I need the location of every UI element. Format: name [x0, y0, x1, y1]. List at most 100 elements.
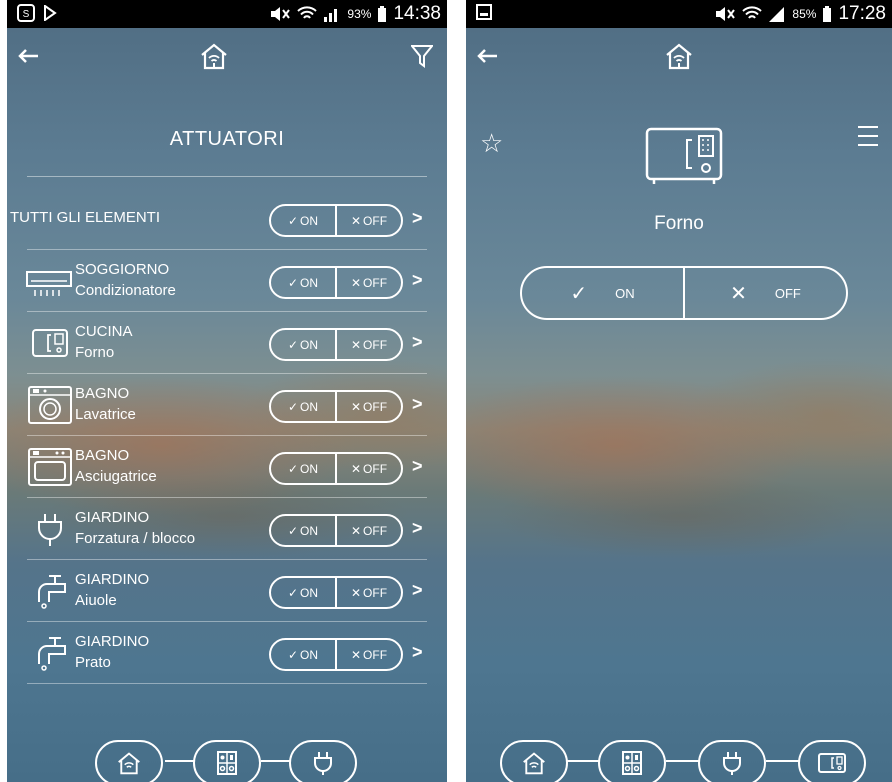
list-item[interactable]: GIARDINO Aiuole ✓ ON ✕ OFF >: [7, 560, 447, 622]
nav-plug-button[interactable]: [289, 740, 357, 782]
chevron-right-icon[interactable]: >: [412, 208, 423, 229]
room-label: BAGNO: [75, 385, 130, 402]
x-icon: ✕: [350, 213, 362, 228]
nav-oven-button[interactable]: [798, 740, 866, 782]
blurred-background: [466, 0, 892, 782]
device-label: Lavatrice: [75, 406, 136, 423]
home-wifi-icon[interactable]: [664, 42, 694, 70]
chevron-right-icon[interactable]: >: [412, 332, 423, 353]
back-arrow-icon[interactable]: [476, 48, 498, 64]
list-item[interactable]: BAGNO Lavatrice ✓ ON ✕ OFF >: [7, 374, 447, 436]
play-store-icon: [44, 5, 57, 21]
nav-control-panel-button[interactable]: [598, 740, 666, 782]
on-button[interactable]: ✓ ON: [271, 206, 337, 235]
chevron-right-icon[interactable]: >: [412, 394, 423, 415]
on-off-toggle: ✓ ON ✕ OFF: [269, 452, 403, 485]
list-item[interactable]: GIARDINO Prato ✓ ON ✕ OFF >: [7, 622, 447, 684]
top-app-bar: [466, 28, 892, 84]
x-icon: ✕: [350, 399, 362, 414]
nav-connector: [666, 760, 700, 762]
off-button[interactable]: ✕ OFF: [685, 268, 846, 318]
device-label: Asciugatrice: [75, 468, 157, 485]
check-icon: ✓: [570, 282, 588, 305]
on-button[interactable]: ✓ ON: [271, 516, 337, 545]
battery-icon: [378, 5, 387, 22]
top-app-bar: [7, 28, 447, 84]
on-button[interactable]: ✓ ON: [271, 578, 337, 607]
off-button[interactable]: ✕ OFF: [337, 516, 401, 545]
room-label: CUCINA: [75, 323, 133, 340]
room-label: BAGNO: [75, 447, 130, 464]
oven-icon: [32, 329, 68, 357]
clock: 14:38: [393, 3, 441, 24]
check-icon: ✓: [287, 647, 299, 662]
control-panel-icon: [217, 751, 237, 775]
signal-icon: [324, 9, 338, 22]
off-button[interactable]: ✕ OFF: [337, 640, 401, 669]
off-button[interactable]: ✕ OFF: [337, 392, 401, 421]
x-icon: ✕: [730, 282, 747, 305]
chevron-right-icon[interactable]: >: [412, 518, 423, 539]
off-button[interactable]: ✕ OFF: [337, 206, 401, 235]
x-icon: ✕: [350, 275, 362, 290]
room-label: SOGGIORNO: [75, 261, 170, 278]
device-label: Aiuole: [75, 592, 117, 609]
home-wifi-icon[interactable]: [199, 42, 229, 70]
filter-icon[interactable]: [411, 44, 433, 68]
app-notification-icon: S: [17, 4, 35, 22]
chevron-right-icon[interactable]: >: [412, 642, 423, 663]
wifi-icon: [742, 6, 763, 19]
on-button[interactable]: ✓ ON: [271, 640, 337, 669]
x-icon: ✕: [350, 647, 362, 662]
mute-icon: [271, 7, 291, 21]
off-button[interactable]: ✕ OFF: [337, 578, 401, 607]
nav-plug-button[interactable]: [698, 740, 766, 782]
on-button[interactable]: ✓ ON: [522, 268, 685, 318]
chevron-right-icon[interactable]: >: [412, 270, 423, 291]
list-item[interactable]: CUCINA Forno ✓ ON ✕ OFF >: [7, 312, 447, 374]
nav-home-button[interactable]: [95, 740, 163, 782]
check-icon: ✓: [287, 337, 299, 352]
on-button[interactable]: ✓ ON: [271, 392, 337, 421]
plug-icon: [723, 752, 741, 775]
screenshot-notification-icon: [476, 4, 492, 20]
battery-percent: 93%: [347, 7, 372, 21]
bottom-nav: [7, 738, 447, 782]
on-off-toggle: ✓ ON ✕ OFF: [269, 514, 403, 547]
on-button[interactable]: ✓ ON: [271, 454, 337, 483]
off-button[interactable]: ✕ OFF: [337, 454, 401, 483]
back-arrow-icon[interactable]: [17, 48, 39, 64]
off-button[interactable]: ✕ OFF: [337, 268, 401, 297]
on-button[interactable]: ✓ ON: [271, 268, 337, 297]
washing-machine-icon: [28, 386, 72, 424]
chevron-right-icon[interactable]: >: [412, 456, 423, 477]
list-item[interactable]: BAGNO Asciugatrice ✓ ON ✕ OFF >: [7, 436, 447, 498]
x-icon: ✕: [350, 461, 362, 476]
nav-control-panel-button[interactable]: [193, 740, 261, 782]
plug-icon: [314, 752, 332, 775]
screen-actuators-list: S 93% 14:38 ATTUATORI TUTTI GLI ELEMENTI…: [7, 0, 447, 782]
screen-device-detail: 85% 17:28 ☆ Forno ✓ ON ✕ OFF: [466, 0, 892, 782]
on-button[interactable]: ✓ ON: [271, 330, 337, 359]
chevron-right-icon[interactable]: >: [412, 580, 423, 601]
list-item[interactable]: SOGGIORNO Condizionatore ✓ ON ✕ OFF >: [7, 250, 447, 312]
page-title: ATTUATORI: [169, 128, 285, 150]
room-label: GIARDINO: [75, 633, 150, 650]
x-icon: ✕: [350, 337, 362, 352]
status-bar: S 93% 14:38: [7, 0, 447, 28]
menu-icon[interactable]: [856, 124, 880, 148]
device-label: Forno: [75, 344, 115, 361]
list-item[interactable]: GIARDINO Forzatura / blocco ✓ ON ✕ OFF >: [7, 498, 447, 560]
off-button[interactable]: ✕ OFF: [337, 330, 401, 359]
dryer-icon: [28, 448, 72, 486]
check-icon: ✓: [287, 585, 299, 600]
faucet-icon: [38, 637, 66, 671]
on-off-toggle: ✓ ON ✕ OFF: [269, 576, 403, 609]
x-icon: ✕: [350, 523, 362, 538]
title-divider: [27, 176, 427, 177]
wifi-icon: [297, 6, 318, 19]
nav-home-button[interactable]: [500, 740, 568, 782]
row-all-elements[interactable]: TUTTI GLI ELEMENTI ✓ ON ✕ OFF >: [7, 188, 447, 250]
favorite-star-icon[interactable]: ☆: [480, 128, 503, 159]
battery-icon: [823, 5, 832, 22]
